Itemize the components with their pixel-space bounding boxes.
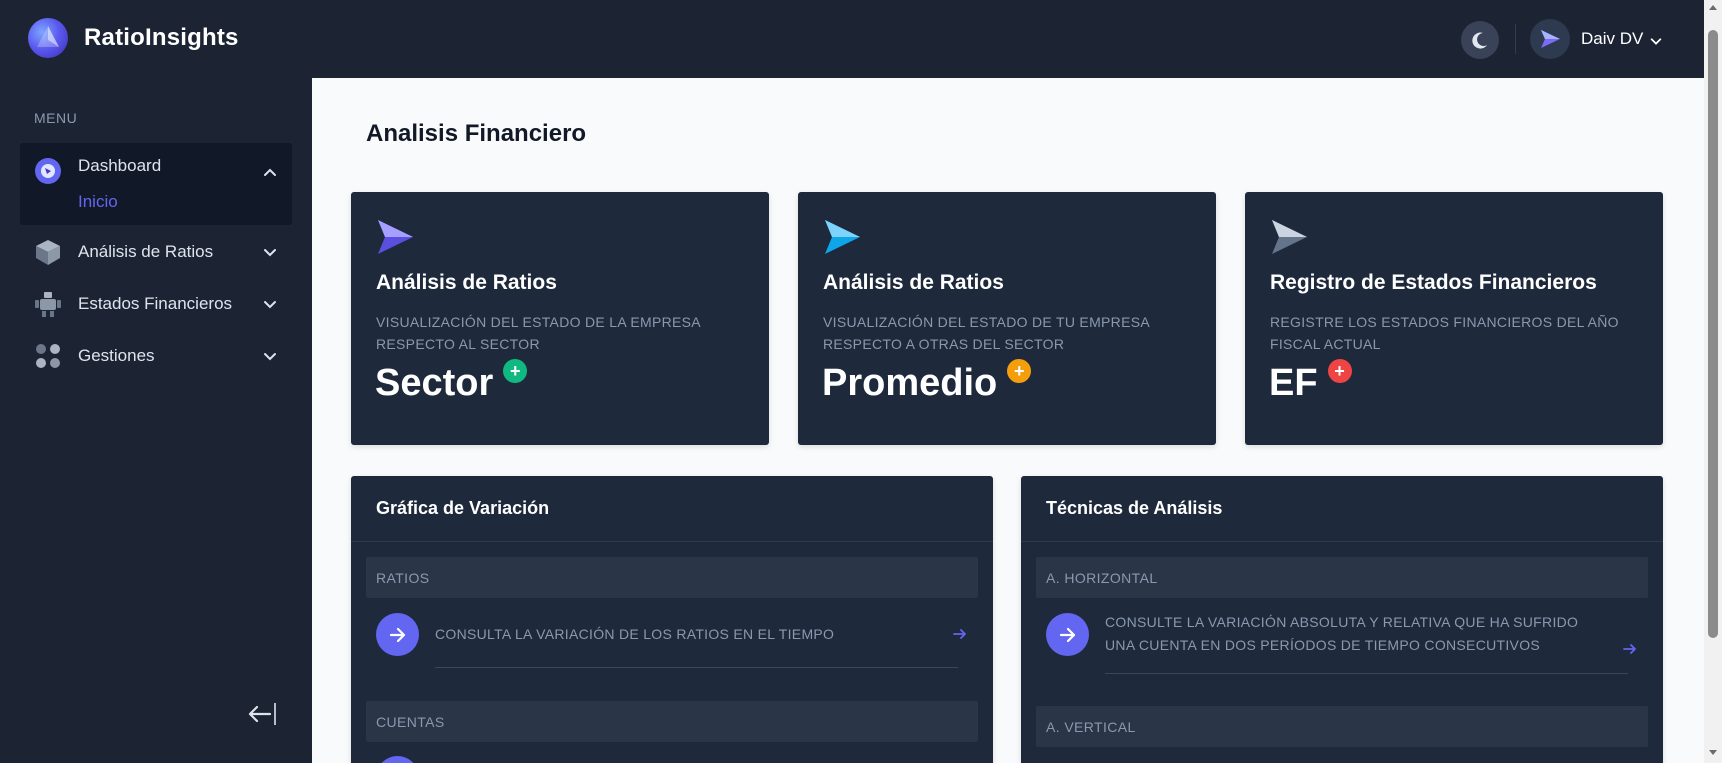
brand-logo-icon (28, 18, 68, 58)
chevron-down-icon (264, 353, 276, 361)
row-cuentas[interactable] (376, 756, 968, 763)
arrow-right-icon (1046, 613, 1089, 656)
row-ratios-variacion[interactable]: Consulta la variación de los ratios en e… (376, 613, 968, 669)
top-header: Daiv DV (312, 0, 1704, 78)
dashboard-icon (33, 156, 63, 186)
cube-icon (33, 237, 63, 267)
section-header-cuentas: CUENTAS (366, 701, 978, 742)
row-text: Consulte la variación absoluta y relativ… (1105, 614, 1579, 653)
card-description: Registre los estados financieros del año… (1270, 314, 1619, 352)
section-header-vertical: A. VERTICAL (1036, 706, 1648, 747)
card-description: Visualización del estado de tu empresa r… (823, 314, 1150, 352)
user-menu[interactable]: Daiv DV (1530, 19, 1663, 59)
card-title: Análisis de Ratios (823, 271, 1004, 294)
row-analisis-horizontal[interactable]: Consulte la variación absoluta y relativ… (1046, 613, 1638, 675)
panel-title: Gráfica de Variación (351, 476, 993, 542)
section-header-horizontal: A. HORIZONTAL (1036, 557, 1648, 598)
sidebar-item-label: Estados Financieros (78, 294, 233, 313)
brand-name: RatioInsights (84, 24, 239, 51)
chevron-down-icon (1651, 38, 1662, 45)
card-value: Promedio + (822, 359, 1032, 405)
card-analisis-promedio[interactable]: Análisis de Ratios Visualización del est… (798, 192, 1216, 445)
arrow-link-icon[interactable] (1622, 641, 1638, 657)
collapse-sidebar-icon[interactable] (246, 700, 278, 728)
arrow-right-icon (376, 756, 419, 763)
card-value: Sector + (375, 359, 528, 405)
card-value: EF + (1269, 359, 1352, 405)
sidebar-item-analisis-ratios[interactable]: Análisis de Ratios (20, 236, 292, 268)
avatar (1530, 19, 1570, 59)
paper-plane-icon (1272, 220, 1307, 254)
row-text: Consulta la variación de los ratios en e… (435, 626, 835, 642)
card-description: Visualización del estado de la empresa r… (376, 314, 701, 352)
chevron-down-icon (264, 249, 276, 257)
card-registro-ef[interactable]: Registro de Estados Financieros Registre… (1245, 192, 1663, 445)
plus-badge-icon: + (503, 359, 528, 383)
header-divider (1515, 24, 1516, 54)
moon-icon (1472, 32, 1487, 49)
sidebar: RatioInsights MENU Dashboard Inicio Anál… (0, 0, 312, 763)
card-value-text: Promedio (822, 362, 998, 404)
panel-grafica-variacion: Gráfica de Variación RATIOS Consulta la … (351, 476, 993, 763)
plus-badge-icon: + (1327, 359, 1352, 383)
panel-title: Técnicas de Análisis (1021, 476, 1663, 542)
menu-label: MENU (34, 110, 78, 126)
panel-tecnicas-analisis: Técnicas de Análisis A. HORIZONTAL Consu… (1021, 476, 1663, 763)
sidebar-item-gestiones[interactable]: Gestiones (20, 340, 292, 372)
sidebar-item-dashboard[interactable]: Dashboard (20, 143, 292, 225)
row-divider (1105, 673, 1628, 674)
scrollbar-thumb[interactable] (1708, 30, 1718, 638)
brand[interactable]: RatioInsights (28, 18, 239, 58)
sidebar-subitem-inicio[interactable]: Inicio (78, 192, 118, 212)
chevron-up-icon (264, 168, 276, 176)
main-content: Analisis Financiero Análisis de Ratios V… (312, 78, 1704, 763)
sidebar-item-estados-financieros[interactable]: Estados Financieros (20, 288, 292, 320)
plus-badge-icon: + (1007, 359, 1032, 383)
vertical-scrollbar[interactable] (1704, 0, 1722, 763)
section-header-ratios: RATIOS (366, 557, 978, 598)
robot-icon (33, 289, 63, 319)
paper-plane-icon (1541, 30, 1560, 48)
row-divider (435, 667, 958, 668)
card-value-text: EF (1269, 362, 1318, 404)
card-analisis-sector[interactable]: Análisis de Ratios Visualización del est… (351, 192, 769, 445)
dark-mode-toggle[interactable] (1461, 21, 1499, 59)
sidebar-item-label: Dashboard (78, 156, 162, 175)
paper-plane-icon (378, 220, 413, 254)
user-name: Daiv DV (1581, 29, 1644, 48)
page-title: Analisis Financiero (366, 120, 587, 147)
arrow-link-icon[interactable] (952, 626, 968, 642)
card-title: Registro de Estados Financieros (1270, 271, 1597, 294)
sidebar-item-label: Análisis de Ratios (78, 242, 214, 261)
scroll-down-icon[interactable] (1708, 747, 1718, 757)
sidebar-item-label: Gestiones (78, 346, 155, 365)
chevron-down-icon (264, 301, 276, 309)
scroll-up-icon[interactable] (1708, 3, 1718, 13)
paper-plane-icon (825, 220, 860, 254)
card-value-text: Sector (375, 362, 494, 404)
card-title: Análisis de Ratios (376, 271, 557, 294)
arrow-right-icon (376, 613, 419, 656)
grid-dots-icon (33, 341, 63, 371)
